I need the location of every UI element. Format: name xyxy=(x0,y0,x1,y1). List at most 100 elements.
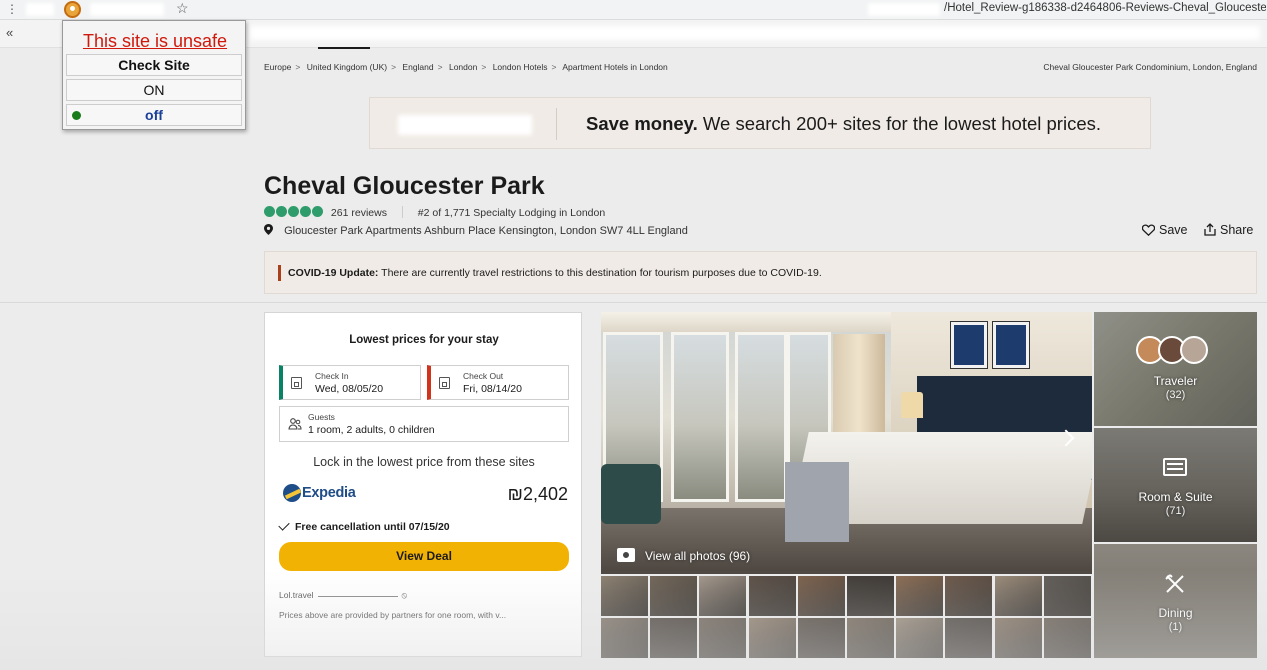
photo-thumbnail[interactable] xyxy=(1043,576,1091,616)
heart-icon xyxy=(1141,224,1156,237)
divider xyxy=(401,206,403,218)
price-card: Lowest prices for your stay Check In Wed… xyxy=(264,312,582,657)
photo-thumbnail[interactable] xyxy=(896,618,944,658)
covid-update-banner: COVID-19 Update: There are currently tra… xyxy=(264,251,1257,294)
rating-bubbles[interactable] xyxy=(264,206,327,219)
photo-thumbnail[interactable] xyxy=(994,576,1042,616)
breadcrumb-london-hotels[interactable]: London Hotels xyxy=(493,62,548,72)
reviews-link[interactable]: 261 reviews xyxy=(331,207,387,219)
photo-thumbnail[interactable] xyxy=(797,618,845,658)
photo-chair xyxy=(601,464,661,524)
expedia-logo[interactable]: Expedia xyxy=(283,484,356,504)
photo-lamp xyxy=(901,392,923,418)
tile-overlay xyxy=(1094,428,1257,542)
photo-thumbnail[interactable] xyxy=(847,618,894,658)
photo-thumbnail[interactable] xyxy=(650,618,698,658)
photo-thumbnail[interactable] xyxy=(748,576,796,616)
hotel-address[interactable]: Gloucester Park Apartments Ashburn Place… xyxy=(284,225,688,237)
covid-text: COVID-19 Update: There are currently tra… xyxy=(288,267,822,279)
tile-overlay xyxy=(1094,544,1257,658)
checkmark-icon xyxy=(278,519,290,531)
camera-icon xyxy=(617,548,635,562)
photo-thumbnail[interactable] xyxy=(650,576,698,616)
breadcrumb-england[interactable]: England xyxy=(402,62,433,72)
traveler-photos-tile[interactable]: Traveler (32) xyxy=(1094,312,1257,426)
guests-label: Guests xyxy=(308,412,335,422)
photo-thumbnail[interactable] xyxy=(994,618,1042,658)
photo-thumbnail[interactable] xyxy=(797,576,845,616)
photo-thumbnail[interactable] xyxy=(896,576,944,616)
expedia-globe-icon xyxy=(283,484,301,502)
breadcrumb-uk[interactable]: United Kingdom (UK) xyxy=(307,62,387,72)
on-button[interactable]: ON xyxy=(66,79,242,101)
deal-price[interactable]: ₪2,402 xyxy=(508,484,568,505)
photo-thumbnail[interactable] xyxy=(699,576,747,616)
price-card-title: Lowest prices for your stay xyxy=(349,334,499,346)
photo-thumbnail[interactable] xyxy=(601,576,648,616)
ranking-text[interactable]: #2 of 1,771 Specialty Lodging in London xyxy=(418,207,605,219)
redacted-area xyxy=(90,3,164,16)
selected-check-icon xyxy=(72,111,81,120)
lock-price-text: Lock in the lowest price from these site… xyxy=(313,455,535,469)
unsafe-warning-link[interactable]: This site is unsafe xyxy=(63,31,247,52)
map-pin-icon xyxy=(264,224,273,235)
partner-row[interactable]: Lol.travel ⦸ xyxy=(279,590,407,601)
photo-thumbnail[interactable] xyxy=(699,618,747,658)
photo-window xyxy=(671,332,729,502)
redacted-area xyxy=(868,3,940,16)
ad-text: Save money. We search 200+ sites for the… xyxy=(586,113,1102,134)
photo-thumbnail[interactable] xyxy=(1043,618,1091,658)
photo-thumbnail[interactable] xyxy=(847,576,894,616)
collapse-icon[interactable]: « xyxy=(6,25,13,40)
photo-thumbnail[interactable] xyxy=(748,618,796,658)
check-site-button[interactable]: Check Site xyxy=(66,54,242,76)
check-out-label: Check Out xyxy=(463,371,504,381)
off-button[interactable]: off xyxy=(66,104,242,126)
ad-banner[interactable]: Save money. We search 200+ sites for the… xyxy=(369,97,1151,149)
check-in-field[interactable]: Check In Wed, 08/05/20 xyxy=(279,365,421,400)
check-out-field[interactable]: Check Out Fri, 08/14/20 xyxy=(427,365,569,400)
dining-photos-tile[interactable]: Dining (1) xyxy=(1094,544,1257,658)
covid-accent-bar xyxy=(278,265,281,281)
redacted-logo xyxy=(398,115,532,135)
breadcrumb-current: Cheval Gloucester Park Condominium, Lond… xyxy=(1043,62,1257,72)
extension-icon[interactable] xyxy=(64,1,81,18)
guests-field[interactable]: Guests 1 room, 2 adults, 0 children xyxy=(279,406,569,442)
free-cancellation: Free cancellation until 07/15/20 xyxy=(278,519,450,533)
room-suite-photos-tile[interactable]: Room & Suite (71) xyxy=(1094,428,1257,542)
photo-thumbnail[interactable] xyxy=(601,618,648,658)
breadcrumb-london[interactable]: London xyxy=(449,62,477,72)
tile-count: (32) xyxy=(1165,389,1186,401)
bookmark-star-icon[interactable]: ☆ xyxy=(176,0,189,17)
guests-icon xyxy=(288,418,302,430)
rating-bubble-icon xyxy=(300,206,311,217)
photo-thumbnail[interactable] xyxy=(945,576,993,616)
save-button[interactable]: Save xyxy=(1141,223,1188,237)
breadcrumb-apartment-hotels[interactable]: Apartment Hotels in London xyxy=(562,62,667,72)
rating-bubble-icon xyxy=(276,206,287,217)
avatar xyxy=(1180,336,1208,364)
bed-icon xyxy=(1163,458,1187,476)
view-all-photos-button[interactable]: View all photos (96) xyxy=(617,548,750,563)
share-icon xyxy=(1204,223,1216,236)
tile-label: Traveler xyxy=(1153,374,1198,388)
browser-menu-icon[interactable]: ⋮ xyxy=(6,2,18,16)
address-bar[interactable]: /Hotel_Review-g186338-d2464806-Reviews-C… xyxy=(944,2,1266,14)
main-hotel-photo[interactable]: View all photos (96) xyxy=(601,312,1092,574)
tile-count: (1) xyxy=(1168,621,1183,633)
check-in-label: Check In xyxy=(315,371,349,381)
off-label: off xyxy=(145,107,163,123)
fork-knife-icon xyxy=(1165,574,1184,593)
prices-disclaimer: Prices above are provided by partners fo… xyxy=(279,610,507,620)
photo-bench xyxy=(785,462,849,542)
rating-bubble-icon xyxy=(264,206,275,217)
share-button[interactable]: Share xyxy=(1204,223,1253,237)
hotel-title: Cheval Gloucester Park xyxy=(264,172,545,200)
photo-thumbnail[interactable] xyxy=(945,618,993,658)
traveler-avatars xyxy=(1136,336,1216,366)
view-deal-button[interactable]: View Deal xyxy=(279,542,569,571)
check-out-value: Fri, 08/14/20 xyxy=(463,383,522,395)
photo-artwork xyxy=(950,321,988,369)
safety-extension-popup: This site is unsafe Check Site ON off xyxy=(62,20,246,130)
breadcrumb-europe[interactable]: Europe xyxy=(264,62,291,72)
